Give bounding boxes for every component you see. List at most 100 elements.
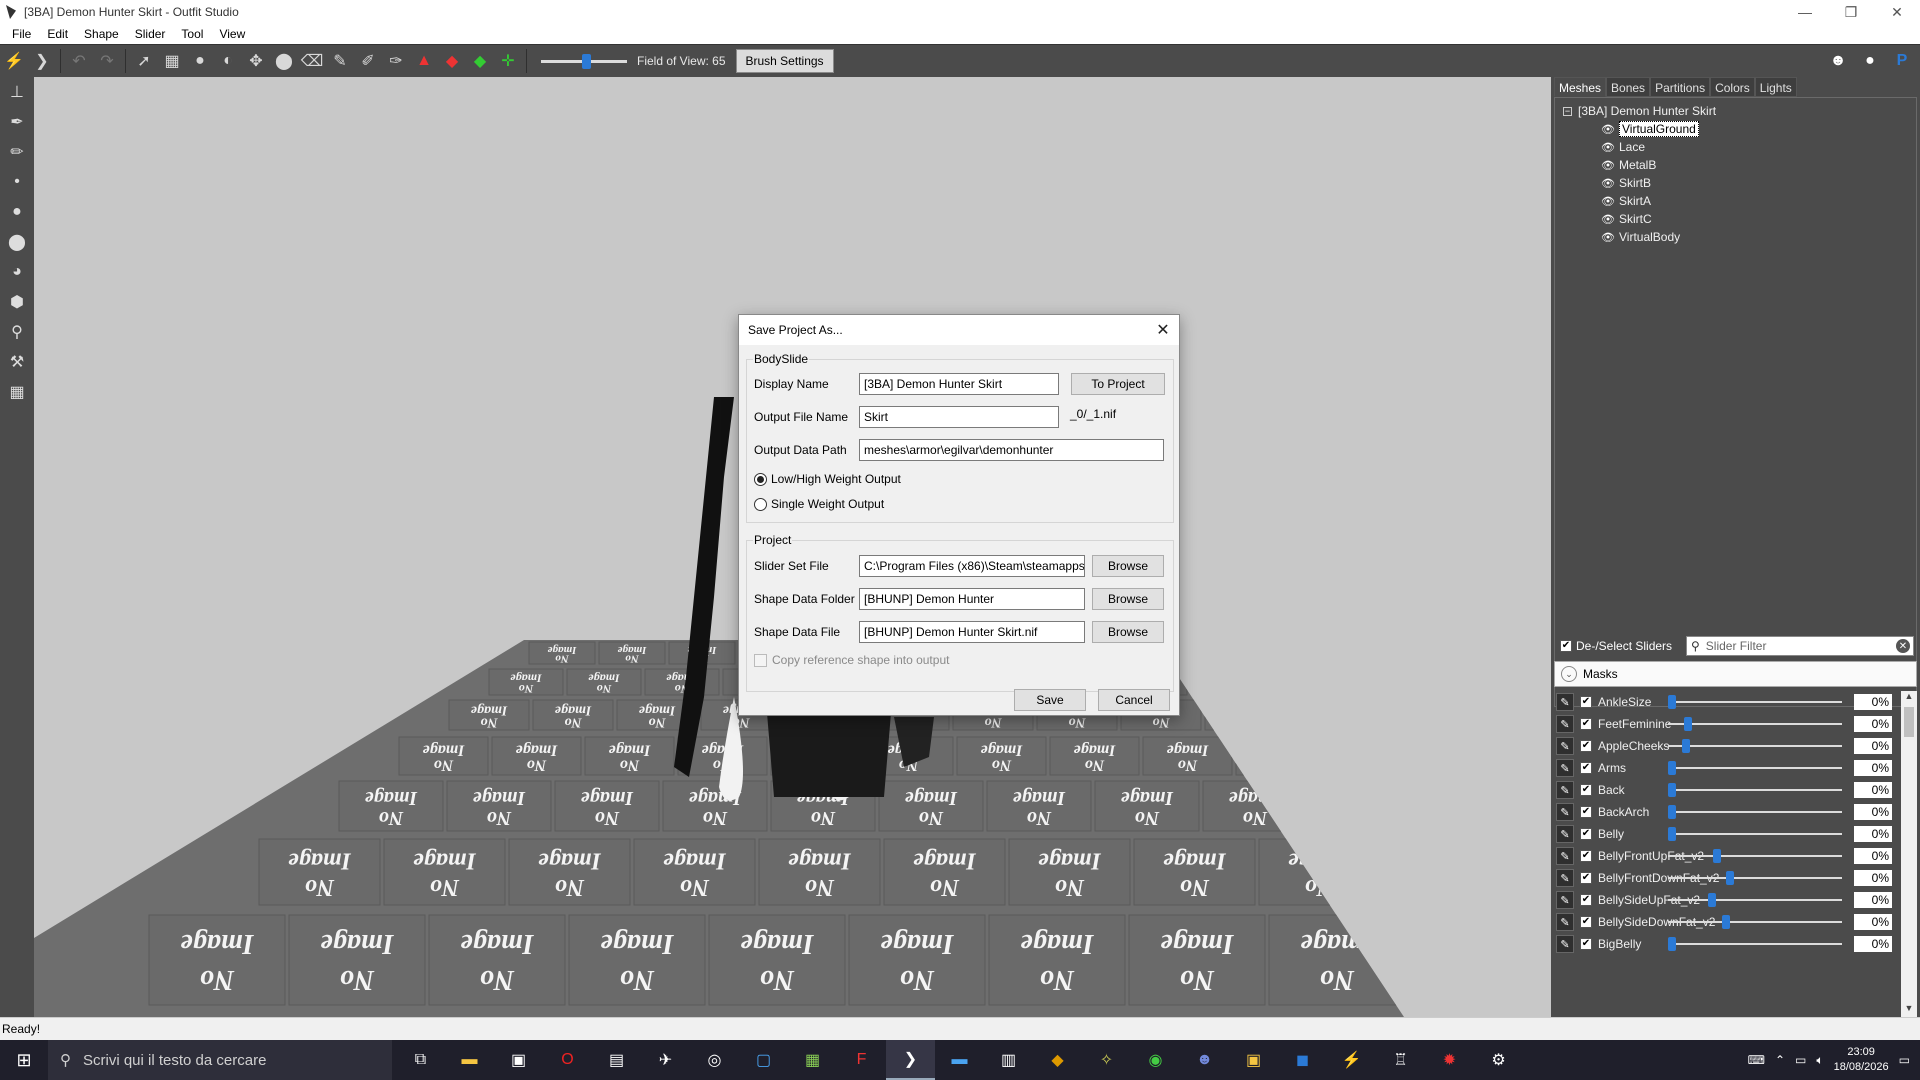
mesh-item[interactable]: 👁︎ SkirtC [1555,210,1916,228]
notepad-icon[interactable]: ▦ [788,1040,837,1080]
close-icon[interactable]: ✕ [1153,320,1173,340]
slider-checkbox[interactable]: ✔ [1580,784,1592,796]
slider-thumb[interactable] [1668,827,1676,841]
chrome-icon[interactable]: ◉ [1131,1040,1180,1080]
eye-icon[interactable]: 👁︎ [1601,123,1615,136]
eye-icon[interactable]: 👁︎ [1601,177,1615,190]
menu-edit[interactable]: Edit [39,27,76,41]
collapse-icon[interactable]: − [1563,106,1572,116]
slider-value[interactable]: 0% [1854,804,1892,820]
slider-track[interactable] [1668,893,1842,907]
slider-value[interactable]: 0% [1854,914,1892,930]
slider-track[interactable] [1668,915,1842,929]
slider-value[interactable]: 0% [1854,870,1892,886]
slider-value[interactable]: 0% [1854,716,1892,732]
browse-shape-file-button[interactable]: Browse [1092,621,1164,643]
close-window-button[interactable]: ✕ [1874,0,1920,24]
deflate-brush-icon[interactable]: ◐ [214,47,242,75]
alpha-brush-icon[interactable]: ✑ [382,47,410,75]
edit-slider-icon[interactable]: ✎ [1556,847,1574,865]
undiff-brush-icon[interactable]: ⌫ [298,47,326,75]
transform-icon[interactable]: ✛ [494,47,522,75]
low-high-weight-radio[interactable]: Low/High Weight Output [754,472,901,486]
minimize-button[interactable]: — [1782,0,1828,24]
app-icon[interactable]: ▥ [984,1040,1033,1080]
github-icon[interactable]: ● [1858,49,1882,73]
app-icon[interactable]: ▤ [592,1040,641,1080]
split-edge-icon[interactable]: ◆ [466,47,494,75]
slider-thumb[interactable] [1668,805,1676,819]
slider-checkbox[interactable]: ✔ [1580,696,1592,708]
display-name-field[interactable]: [3BA] Demon Hunter Skirt [859,373,1059,395]
slider-value[interactable]: 0% [1854,936,1892,952]
restore-button[interactable]: ❐ [1828,0,1874,24]
app-icon[interactable]: ▣ [494,1040,543,1080]
tab-bones[interactable]: Bones [1606,77,1651,97]
menu-view[interactable]: View [211,27,253,41]
app-icon[interactable]: ⚙ [1474,1040,1523,1080]
slider-scrollbar[interactable]: ▲ ▼ [1901,691,1917,1017]
redo-icon[interactable]: ↷ [93,47,121,75]
notification-icon[interactable]: ▭ [1899,1053,1910,1067]
eye-icon[interactable]: 👁︎ [1601,195,1615,208]
slider-checkbox[interactable]: ✔ [1580,762,1592,774]
slider-track[interactable] [1668,695,1842,709]
outfit-studio-taskbar-icon[interactable]: ❯ [886,1040,935,1080]
fov-slider-thumb[interactable] [582,54,592,69]
opera-icon[interactable]: O [543,1040,592,1080]
edit-slider-icon[interactable]: ✎ [1556,869,1574,887]
app-icon[interactable]: ▣ [1229,1040,1278,1080]
eye-icon[interactable]: 👁︎ [1601,231,1615,244]
mesh-item[interactable]: 👁︎ SkirtA [1555,192,1916,210]
eye-icon[interactable]: 👁︎ [1601,141,1615,154]
slider-track[interactable] [1668,849,1842,863]
slider-checkbox[interactable]: ✔ [1580,806,1592,818]
tab-lights[interactable]: Lights [1754,77,1797,97]
slider-checkbox[interactable]: ✔ [1580,828,1592,840]
menu-file[interactable]: File [4,27,39,41]
move-brush-icon[interactable]: ✥ [242,47,270,75]
menu-tool[interactable]: Tool [173,27,211,41]
scroll-down-icon[interactable]: ▼ [1901,1003,1917,1017]
eye-icon[interactable]: 👁︎ [1601,213,1615,226]
weight-brush-icon[interactable]: ✎ [326,47,354,75]
network-icon[interactable]: ▭ [1795,1053,1806,1067]
browse-shape-folder-button[interactable]: Browse [1092,588,1164,610]
slider-checkbox[interactable]: ✔ [1580,740,1592,752]
edit-slider-icon[interactable]: ✎ [1556,693,1574,711]
slider-thumb[interactable] [1682,739,1691,753]
slider-value[interactable]: 0% [1854,892,1892,908]
copy-reference-checkbox[interactable]: Copy reference shape into output [754,653,949,667]
cube-icon[interactable]: ⬢ [0,287,34,317]
brush-size-small-icon[interactable]: • [0,167,34,197]
slider-filter-input[interactable]: ⚲ Slider Filter ✕ [1686,636,1914,656]
tree-root[interactable]: − [3BA] Demon Hunter Skirt [1555,102,1916,120]
bodyslide-alt-icon[interactable]: ❯ [28,47,56,75]
bodyslide-icon[interactable]: ⚡ [0,47,28,75]
save-button[interactable]: Save [1014,689,1086,711]
slider-track[interactable] [1668,805,1842,819]
mesh-item[interactable]: 👁︎ SkirtB [1555,174,1916,192]
slider-set-file-field[interactable]: C:\Program Files (x86)\Steam\steamapps [859,555,1085,577]
menu-shape[interactable]: Shape [76,27,127,41]
to-project-button[interactable]: To Project [1071,373,1165,395]
clock[interactable]: 23:09 18/08/2026 [1834,1045,1889,1075]
task-view-icon[interactable]: ⧉ [396,1040,445,1080]
slider-track[interactable] [1668,937,1842,951]
deselect-sliders-checkbox[interactable]: ✔ [1560,640,1572,652]
shape-data-file-field[interactable]: [BHUNP] Demon Hunter Skirt.nif [859,621,1085,643]
slider-track[interactable] [1668,717,1842,731]
eye-icon[interactable]: 👁︎ [1601,159,1615,172]
app-icon[interactable]: ⚡ [1327,1040,1376,1080]
bone-icon[interactable]: ⚲ [0,317,34,347]
tab-colors[interactable]: Colors [1710,77,1755,97]
slider-thumb[interactable] [1668,783,1676,797]
wrench-icon[interactable]: ⚒ [0,347,34,377]
pin-icon[interactable]: ✒ [0,107,34,137]
mesh-item[interactable]: 👁︎ MetalB [1555,156,1916,174]
paypal-icon[interactable]: P [1890,49,1914,73]
slider-thumb[interactable] [1684,717,1692,731]
edit-slider-icon[interactable]: ✎ [1556,759,1574,777]
select-brush-icon[interactable]: ➚ [130,47,158,75]
app-icon[interactable]: ▬ [935,1040,984,1080]
